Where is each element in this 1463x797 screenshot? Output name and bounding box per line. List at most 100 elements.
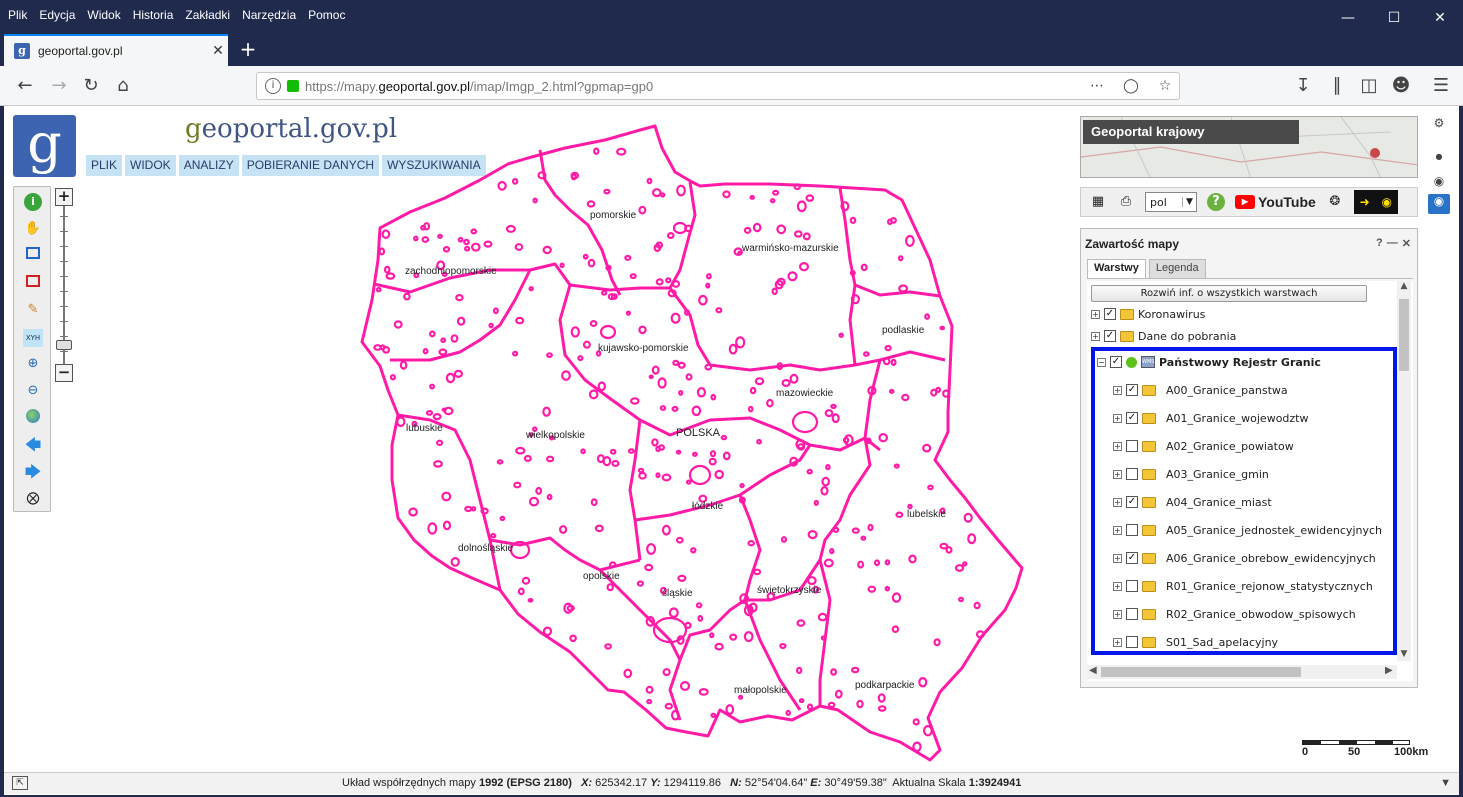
layer-checkbox[interactable] [1126, 608, 1138, 620]
contrast-eye-icon[interactable]: ➜ ◉ [1353, 190, 1398, 214]
close-panel-icon[interactable]: ✕ [1402, 237, 1411, 250]
layer-checkbox[interactable]: ✓ [1126, 552, 1138, 564]
sublayer-row[interactable]: + ✓ A04_Granice_miast [1113, 493, 1272, 511]
url-text[interactable]: https://mapy.geoportal.gov.pl/imap/Imgp_… [305, 79, 1077, 94]
status-dropdown-icon[interactable]: ▼ [1440, 777, 1451, 789]
layer-checkbox[interactable] [1126, 580, 1138, 592]
sublayer-row[interactable]: + R02_Granice_obwodow_spisowych [1113, 605, 1356, 623]
sublayer-row[interactable]: + S01_Sad_apelacyjny [1113, 633, 1278, 651]
sublayer-row[interactable]: + A02_Granice_powiatow [1113, 437, 1294, 455]
menu-plik[interactable]: Plik [8, 8, 27, 22]
tab-legenda[interactable]: Legenda [1148, 259, 1206, 278]
geoportal-logo[interactable]: g [13, 115, 76, 177]
expand-plus-icon[interactable]: + [1113, 553, 1122, 563]
scroll-right-icon[interactable]: ▶ [1385, 665, 1393, 676]
corner-expand-icon[interactable]: ⇱ [12, 776, 28, 790]
sublayer-row[interactable]: + ✓ A06_Granice_obrebow_ewidencyjnych [1113, 549, 1376, 567]
expand-plus-icon[interactable]: + [1113, 413, 1122, 423]
expand-all-button[interactable]: Rozwiń inf. o wszystkich warstwach [1091, 285, 1367, 302]
expand-plus-icon[interactable]: + [1113, 497, 1122, 507]
menu-plik-site[interactable]: PLIK [86, 155, 123, 176]
sidebar-icon[interactable]: ◫ [1356, 74, 1382, 98]
page-actions-icon[interactable]: ⋯ [1083, 78, 1111, 94]
layer-checkbox[interactable]: ✓ [1126, 496, 1138, 508]
browser-tab[interactable]: g geoportal.gov.pl ✕ [4, 34, 228, 66]
poland-map[interactable]: pomorskie warmińsko-mazurskie zachodniop… [350, 120, 1050, 780]
hscroll-thumb[interactable] [1101, 667, 1301, 677]
calculator-icon[interactable]: ▦ [1089, 193, 1107, 211]
horizontal-scrollbar[interactable]: ◀ ▶ [1087, 665, 1397, 679]
library-icon[interactable]: ∥ [1324, 74, 1350, 98]
forward-icon[interactable]: → [46, 74, 72, 98]
zoom-plus-button[interactable]: + [55, 188, 73, 206]
expand-plus-icon[interactable]: + [1113, 525, 1122, 535]
small-dot-icon[interactable]: ● [1428, 152, 1450, 170]
info-icon[interactable]: i [265, 78, 281, 94]
layer-checkbox[interactable]: ✓ [1104, 308, 1116, 320]
layer-checkbox[interactable] [1126, 524, 1138, 536]
new-tab-icon[interactable]: + [236, 38, 260, 62]
sublayer-row[interactable]: + ✓ A01_Granice_wojewodztw [1113, 409, 1309, 427]
tab-warstwy[interactable]: Warstwy [1087, 259, 1146, 278]
layer-checkbox[interactable] [1126, 468, 1138, 480]
crosshair-icon[interactable]: ⨂ [24, 490, 42, 508]
download-icon[interactable]: ↧ [1290, 74, 1316, 98]
youtube-link[interactable]: ▶ YouTube [1235, 194, 1316, 210]
layer-row-dane-do-pobrania[interactable]: + ✓ Dane do pobrania [1091, 327, 1236, 345]
zoom-in-icon[interactable]: ⊕ [24, 355, 42, 373]
layer-checkbox[interactable]: ✓ [1110, 356, 1122, 368]
expand-plus-icon[interactable]: + [1091, 331, 1100, 341]
help-icon[interactable]: ? [1207, 193, 1225, 211]
layer-checkbox[interactable]: ✓ [1126, 384, 1138, 396]
menu-narzedzia[interactable]: Narzędzia [242, 8, 296, 22]
pan-hand-icon[interactable]: ✋ [24, 220, 42, 238]
xyh-icon[interactable]: XYH [23, 329, 43, 347]
language-select[interactable]: pol ▼ [1145, 192, 1197, 212]
pencil-icon[interactable]: ✎ [24, 301, 42, 319]
layer-group-prg[interactable]: − ✓ WMS Państwowy Rejestr Granic [1097, 353, 1321, 371]
vertical-scrollbar[interactable]: ▲ ▼ [1397, 281, 1411, 661]
zoom-out-icon[interactable]: ⊖ [24, 382, 42, 400]
menu-analizy[interactable]: ANALIZY [178, 155, 239, 176]
menu-widok-site[interactable]: WIDOK [125, 155, 176, 176]
pocket-icon[interactable]: ◯ [1117, 78, 1145, 94]
collapse-minus-icon[interactable]: − [1097, 357, 1106, 367]
url-bar[interactable]: i https://mapy.geoportal.gov.pl/imap/Img… [256, 72, 1180, 100]
mini-map[interactable]: Geoportal krajowy [1080, 116, 1418, 178]
bookmark-star-icon[interactable]: ☆ [1151, 78, 1179, 94]
help-small-icon[interactable]: ? [1376, 237, 1383, 250]
menu-edycja[interactable]: Edycja [39, 8, 75, 22]
expand-plus-icon[interactable]: + [1113, 581, 1122, 591]
home-icon[interactable]: ⌂ [110, 74, 136, 98]
menu-pomoc[interactable]: Pomoc [308, 8, 345, 22]
back-arrow-icon[interactable]: 🡄 [24, 436, 42, 454]
globe-icon[interactable] [26, 409, 40, 423]
reload-icon[interactable]: ↻ [78, 74, 104, 98]
minimize-icon[interactable]: — [1325, 6, 1371, 30]
hamburger-menu-icon[interactable]: ☰ [1428, 74, 1454, 98]
expand-plus-icon[interactable]: + [1113, 441, 1122, 451]
zoom-knob[interactable] [56, 340, 72, 350]
sublayer-row[interactable]: + ✓ A00_Granice_panstwa [1113, 381, 1288, 399]
info-tool-icon[interactable]: i [24, 193, 42, 211]
expand-plus-icon[interactable]: + [1113, 609, 1122, 619]
zoom-minus-button[interactable]: − [55, 364, 73, 382]
scroll-up-icon[interactable]: ▲ [1397, 281, 1411, 291]
expand-plus-icon[interactable]: + [1113, 385, 1122, 395]
menu-zakladki[interactable]: Zakładki [185, 8, 230, 22]
scroll-thumb[interactable] [1399, 299, 1409, 371]
expand-plus-icon[interactable]: + [1113, 469, 1122, 479]
minimize-panel-icon[interactable]: — [1387, 237, 1398, 250]
layer-row-koronawirus[interactable]: + ✓ Koronawirus [1091, 305, 1205, 323]
expand-plus-icon[interactable]: + [1091, 309, 1100, 319]
sublayer-row[interactable]: + R01_Granice_rejonow_statystycznych [1113, 577, 1373, 595]
layer-checkbox[interactable] [1126, 440, 1138, 452]
close-window-icon[interactable]: ✕ [1417, 6, 1463, 30]
layer-checkbox[interactable]: ✓ [1126, 412, 1138, 424]
accessibility-wheel-icon[interactable]: ❂ [1326, 193, 1344, 211]
scroll-down-icon[interactable]: ▼ [1397, 649, 1411, 659]
maximize-icon[interactable]: ☐ [1371, 6, 1417, 30]
select-box-icon[interactable] [26, 275, 40, 287]
zoom-box-icon[interactable] [26, 247, 40, 259]
layer-checkbox[interactable]: ✓ [1104, 330, 1116, 342]
